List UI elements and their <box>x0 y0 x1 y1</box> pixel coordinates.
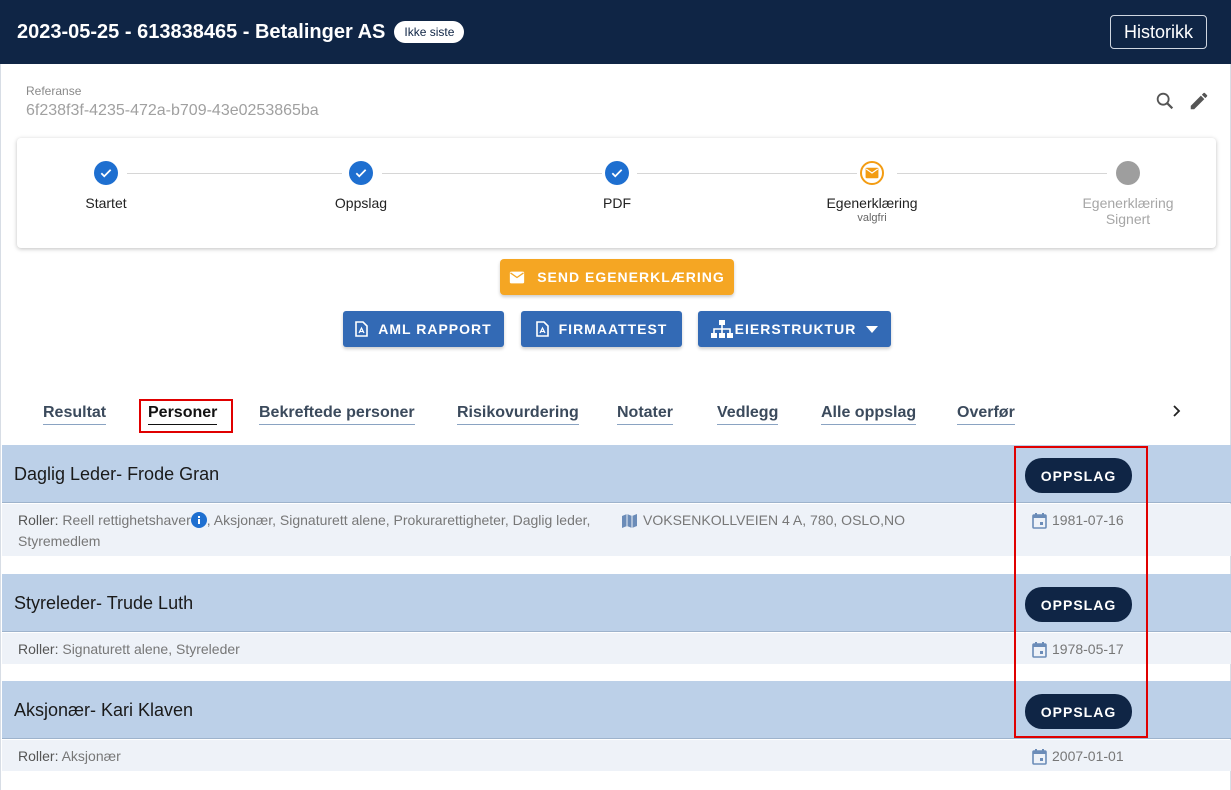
roles-text: Aksjonær <box>61 748 121 764</box>
check-icon <box>349 161 373 185</box>
send-egenerklaering-button[interactable]: SEND EGENERKLÆRING <box>500 259 734 295</box>
tab-vedlegg[interactable]: Vedlegg <box>717 404 779 425</box>
map-icon <box>622 513 637 528</box>
envelope-icon <box>860 161 884 185</box>
step-sublabel: valgfri <box>857 212 887 224</box>
roles-text: Signaturett alene, Styreleder <box>62 641 240 657</box>
eierstruktur-label: EIERSTRUKTUR <box>734 321 857 337</box>
step-startet: Startet <box>26 161 186 211</box>
pencil-icon[interactable] <box>1188 90 1210 112</box>
reference-label: Referanse <box>26 84 82 98</box>
person-name: Aksjonær- Kari Klaven <box>14 700 194 720</box>
step-label: Startet <box>85 195 127 211</box>
step-sublabel: Signert <box>1105 211 1151 227</box>
step-egenerklaering: Egenerklæring valgfri <box>792 161 952 224</box>
step-oppslag: Oppslag <box>281 161 441 211</box>
roles-key: Roller: <box>18 641 59 657</box>
person-name: Daglig Leder- Frode Gran <box>14 464 220 484</box>
check-icon <box>94 161 118 185</box>
address-text: VOKSENKOLLVEIEN 4 A, 780, OSLO,NO <box>643 512 905 528</box>
person-roles: Roller: Signaturett alene, Styreleder <box>18 639 618 660</box>
birthdate-text: 2007-01-01 <box>1052 748 1124 764</box>
tab-bekreftede-personer[interactable]: Bekreftede personer <box>259 404 415 425</box>
aml-rapport-button[interactable]: AML RAPPORT <box>343 311 504 347</box>
roles-text: Reell rettighetshaver <box>62 512 191 528</box>
chevron-right-icon[interactable] <box>1172 404 1182 422</box>
pdf-icon <box>535 321 549 337</box>
person-name: Styreleder- Trude Luth <box>14 593 194 613</box>
step-label: Egenerklæring <box>826 195 918 211</box>
oppslag-button[interactable]: OPPSLAG <box>1025 458 1132 493</box>
tab-bar: Resultat Personer Bekreftede personer Ri… <box>1 398 1231 442</box>
person-roles: Roller: Reell rettighetshaver, Aksjonær,… <box>18 510 618 552</box>
step-pdf: PDF <box>537 161 697 211</box>
main-content: Referanse 6f238f3f-4235-472a-b709-43e025… <box>0 64 1231 790</box>
step-egenerklaering-signert: Egenerklæring Signert <box>1048 161 1208 227</box>
tab-notater[interactable]: Notater <box>617 404 674 425</box>
person-header: Daglig Leder- Frode Gran OPPSLAG <box>2 445 1231 503</box>
birthdate-text: 1981-07-16 <box>1052 512 1124 528</box>
calendar-icon <box>1032 512 1047 529</box>
firmaattest-label: FIRMAATTEST <box>558 321 668 337</box>
reference-value: 6f238f3f-4235-472a-b709-43e0253865ba <box>26 102 319 119</box>
org-chart-icon <box>710 320 733 338</box>
pdf-icon <box>355 321 369 337</box>
calendar-icon <box>1032 748 1047 765</box>
calendar-icon <box>1032 641 1047 658</box>
person-header: Aksjonær- Kari Klaven OPPSLAG <box>2 681 1231 739</box>
caret-down-icon <box>866 325 879 333</box>
firmaattest-button[interactable]: FIRMAATTEST <box>521 311 682 347</box>
pending-dot-icon <box>1116 161 1140 185</box>
person-birthdate: 1978-05-17 <box>1032 639 1124 660</box>
person-address: VOKSENKOLLVEIEN 4 A, 780, OSLO,NO <box>622 510 905 531</box>
send-egenerklaering-label: SEND EGENERKLÆRING <box>537 269 725 285</box>
page-title: 2023-05-25 - 613838465 - Betalinger AS <box>17 20 386 43</box>
person-birthdate: 1981-07-16 <box>1032 510 1124 531</box>
roles-key: Roller: <box>18 748 59 764</box>
tab-alle-oppslag[interactable]: Alle oppslag <box>821 404 917 425</box>
info-icon[interactable] <box>190 512 207 528</box>
oppslag-button[interactable]: OPPSLAG <box>1025 587 1132 622</box>
progress-stepper: Startet Oppslag PDF Egenerklæring valgfr… <box>17 138 1216 248</box>
check-icon <box>605 161 629 185</box>
oppslag-button[interactable]: OPPSLAG <box>1025 694 1132 729</box>
search-icon[interactable] <box>1154 90 1176 112</box>
tab-risikovurdering[interactable]: Risikovurdering <box>457 404 579 425</box>
app-header: 2023-05-25 - 613838465 - Betalinger AS I… <box>0 0 1231 64</box>
person-details: Roller: Signaturett alene, Styreleder 19… <box>2 633 1231 664</box>
person-details: Roller: Aksjonær 2007-01-01 <box>2 740 1231 771</box>
tab-overfor[interactable]: Overfør <box>957 404 1015 425</box>
status-badge: Ikke siste <box>394 21 465 43</box>
step-label: PDF <box>603 195 631 211</box>
tab-highlight-box <box>139 399 233 433</box>
birthdate-text: 1978-05-17 <box>1052 641 1124 657</box>
history-button[interactable]: Historikk <box>1109 15 1207 49</box>
person-birthdate: 2007-01-01 <box>1032 746 1124 767</box>
step-label: Oppslag <box>334 195 388 211</box>
eierstruktur-dropdown-button[interactable]: EIERSTRUKTUR <box>698 311 891 347</box>
person-header: Styreleder- Trude Luth OPPSLAG <box>2 574 1231 632</box>
aml-rapport-label: AML RAPPORT <box>378 321 492 337</box>
top-actions <box>1154 90 1210 112</box>
envelope-icon <box>509 271 525 284</box>
roles-key: Roller: <box>18 512 59 528</box>
person-roles: Roller: Aksjonær <box>18 746 618 767</box>
tab-resultat[interactable]: Resultat <box>43 404 107 425</box>
person-details: Roller: Reell rettighetshaver, Aksjonær,… <box>2 504 1231 556</box>
step-label: Egenerklæring <box>1082 195 1174 211</box>
